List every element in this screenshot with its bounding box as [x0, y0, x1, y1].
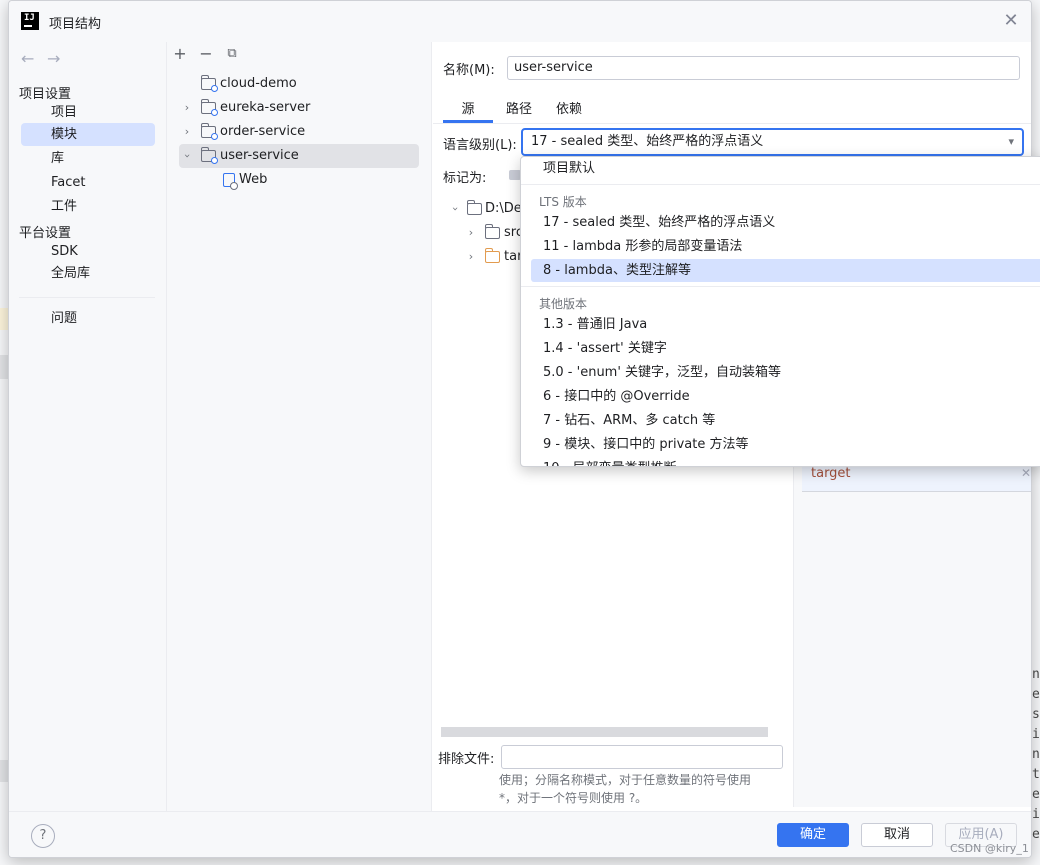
- mark-as-label: 标记为:: [443, 171, 487, 186]
- exclude-hint-line1: 使用；分隔名称模式，对于任意数量的符号使用: [499, 773, 752, 787]
- nav-item-problems[interactable]: 问题: [21, 307, 155, 330]
- ok-button[interactable]: 确定: [777, 823, 849, 847]
- chevron-right-icon[interactable]: ›: [465, 246, 477, 268]
- excluded-folder-icon: [485, 248, 500, 263]
- dropdown-item[interactable]: 7 - 钻石、ARM、多 catch 等: [531, 409, 1040, 432]
- exclude-files-input[interactable]: [501, 745, 783, 769]
- dropdown-item[interactable]: 5.0 - 'enum' 关键字，泛型，自动装箱等: [531, 361, 1040, 384]
- tree-item-order-service[interactable]: › order-service: [179, 120, 419, 144]
- language-level-value: 17 - sealed 类型、始终严格的浮点语义: [531, 134, 764, 149]
- intellij-logo-icon: IJ: [21, 12, 39, 30]
- module-folder-icon: [201, 123, 218, 140]
- language-level-dropdown: 项目默认 LTS 版本 17 - sealed 类型、始终严格的浮点语义 11 …: [520, 156, 1040, 467]
- tab-sources[interactable]: 源: [443, 98, 493, 120]
- remove-excluded-icon[interactable]: ✕: [1021, 466, 1031, 480]
- tab-dependencies[interactable]: 依赖: [549, 98, 589, 120]
- module-folder-icon: [201, 99, 218, 116]
- folder-icon: [485, 224, 500, 239]
- tree-item-cloud-demo[interactable]: cloud-demo: [179, 72, 419, 96]
- add-icon[interactable]: +: [171, 45, 189, 63]
- excluded-folder-label: target: [811, 466, 851, 481]
- nav-item-project[interactable]: 项目: [21, 101, 155, 124]
- folder-icon: [467, 200, 482, 215]
- ide-background-strip: [0, 355, 8, 379]
- dropdown-item[interactable]: 10 - 局部变量类型推断: [531, 457, 1040, 466]
- exclude-hint-line2: *，对于一个符号则使用 ?。: [499, 791, 648, 805]
- web-facet-icon: [223, 173, 238, 190]
- module-name-input[interactable]: user-service: [507, 56, 1020, 80]
- tree-item-label: order-service: [220, 124, 306, 139]
- tree-item-label: user-service: [220, 148, 299, 163]
- chevron-down-icon[interactable]: ▾: [1008, 130, 1014, 154]
- dropdown-item-project-default[interactable]: 项目默认: [531, 157, 1040, 180]
- tree-item-user-service[interactable]: › user-service: [179, 144, 419, 168]
- cancel-button[interactable]: 取消: [861, 823, 933, 847]
- remove-icon[interactable]: −: [197, 45, 215, 63]
- nav-item-sdk[interactable]: SDK: [21, 240, 155, 263]
- chevron-right-icon[interactable]: ›: [465, 222, 477, 244]
- chevron-right-icon[interactable]: ›: [181, 120, 193, 144]
- language-level-label: 语言级别(L):: [443, 138, 517, 153]
- chevron-down-icon[interactable]: ›: [444, 203, 466, 215]
- nav-item-global-libraries[interactable]: 全局库: [21, 262, 155, 285]
- tab-paths[interactable]: 路径: [497, 98, 541, 120]
- nav-item-libraries[interactable]: 库: [21, 147, 155, 170]
- watermark: CSDN @kiry_1: [950, 842, 1029, 855]
- nav-item-modules[interactable]: 模块: [21, 123, 155, 146]
- chevron-right-icon[interactable]: ›: [181, 96, 193, 120]
- nav-item-artifacts[interactable]: 工件: [21, 195, 155, 218]
- tree-item-eureka-server[interactable]: › eureka-server: [179, 96, 419, 120]
- dropdown-group-other: 其他版本: [539, 297, 588, 311]
- module-folder-icon: [201, 147, 218, 164]
- chevron-down-icon[interactable]: ›: [175, 150, 199, 162]
- exclude-files-label: 排除文件:: [438, 752, 495, 767]
- module-folder-icon: [201, 75, 218, 92]
- dropdown-item-highlighted[interactable]: 8 - lambda、类型注解等: [531, 259, 1040, 282]
- ide-background-strip: [0, 308, 8, 330]
- arrow-right-icon[interactable]: →: [47, 49, 60, 68]
- tree-item-web-facet[interactable]: Web: [179, 168, 419, 192]
- tree-item-label: cloud-demo: [220, 76, 297, 91]
- horizontal-scrollbar[interactable]: [441, 727, 768, 737]
- dropdown-item[interactable]: 6 - 接口中的 @Override: [531, 385, 1040, 408]
- project-settings-header: 项目设置: [19, 87, 72, 102]
- dropdown-group-lts: LTS 版本: [539, 195, 587, 209]
- platform-settings-header: 平台设置: [19, 226, 72, 241]
- dialog-title: 项目结构: [49, 17, 102, 32]
- tree-item-label: eureka-server: [220, 100, 311, 115]
- dropdown-item[interactable]: 1.4 - 'assert' 关键字: [531, 337, 1040, 360]
- name-label: 名称(M):: [443, 63, 495, 78]
- arrow-left-icon[interactable]: ←: [21, 49, 34, 68]
- dropdown-item[interactable]: 11 - lambda 形参的局部变量语法: [531, 235, 1040, 258]
- tree-item-label: Web: [239, 172, 268, 187]
- dropdown-item[interactable]: 17 - sealed 类型、始终严格的浮点语义: [531, 211, 1040, 234]
- language-level-combobox[interactable]: 17 - sealed 类型、始终严格的浮点语义 ▾: [521, 128, 1024, 156]
- close-icon[interactable]: ✕: [1001, 11, 1021, 31]
- copy-icon[interactable]: ⧉: [223, 45, 241, 63]
- help-icon[interactable]: ?: [31, 824, 55, 848]
- editor-background-fragment: n e st i n t e i e: [1032, 667, 1040, 842]
- dropdown-item[interactable]: 1.3 - 普通旧 Java: [531, 313, 1040, 336]
- nav-item-facets[interactable]: Facet: [21, 171, 155, 194]
- dropdown-separator: [521, 286, 1040, 287]
- dropdown-item[interactable]: 9 - 模块、接口中的 private 方法等: [531, 433, 1040, 456]
- active-tab-indicator: [443, 120, 493, 123]
- nav-divider: [19, 297, 155, 298]
- dropdown-separator: [521, 184, 1040, 185]
- content-root-label: D:\De: [485, 201, 522, 216]
- ide-background-strip: [0, 760, 8, 782]
- tabs-divider: [433, 123, 1031, 124]
- dialog-titlebar: [9, 1, 1031, 42]
